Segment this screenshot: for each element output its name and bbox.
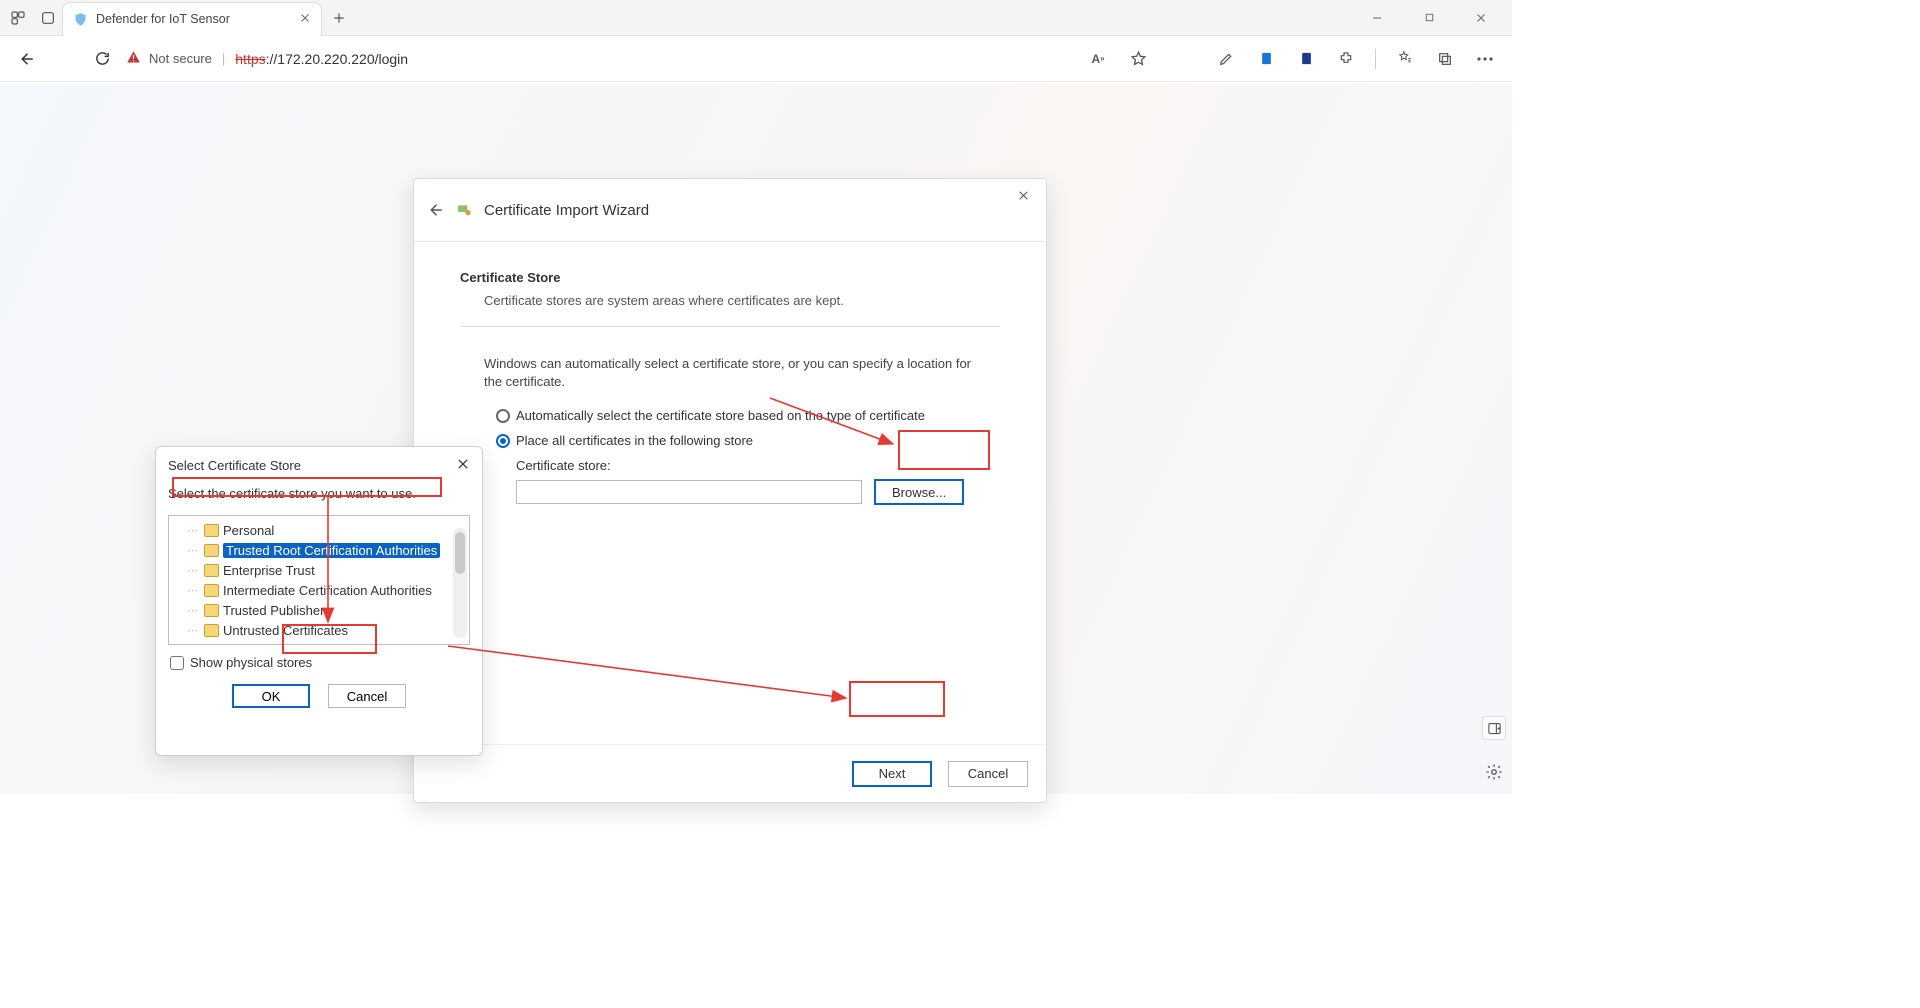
divider bbox=[1375, 49, 1376, 69]
radio-place-all[interactable]: Place all certificates in the following … bbox=[496, 433, 1000, 448]
wizard-header: Certificate Import Wizard bbox=[414, 179, 1046, 241]
collections-icon[interactable] bbox=[1434, 48, 1456, 70]
browser-titlebar: Defender for IoT Sensor bbox=[0, 0, 1512, 36]
tree-item: ⋯Personal bbox=[187, 520, 451, 540]
nav-back-button[interactable] bbox=[12, 45, 40, 73]
tree-item: ⋯Trusted Publishers bbox=[187, 600, 451, 620]
separator bbox=[460, 326, 1000, 327]
dialog-cancel-button[interactable]: Cancel bbox=[328, 684, 406, 708]
tree-item: ⋯Untrusted Certificates bbox=[187, 620, 451, 640]
window-minimize-button[interactable] bbox=[1358, 3, 1396, 33]
radio-label: Place all certificates in the following … bbox=[516, 433, 753, 448]
nav-forward-button bbox=[50, 45, 78, 73]
page-content: Certificate Import Wizard Certificate St… bbox=[0, 84, 1512, 794]
favorites-add-icon[interactable] bbox=[1127, 48, 1149, 70]
browser-tab[interactable]: Defender for IoT Sensor bbox=[62, 2, 322, 36]
cancel-button[interactable]: Cancel bbox=[948, 761, 1028, 787]
browse-button[interactable]: Browse... bbox=[874, 479, 964, 505]
tab-close-icon[interactable] bbox=[299, 12, 311, 27]
favorites-list-icon[interactable] bbox=[1394, 48, 1416, 70]
tree-item: ⋯Enterprise Trust bbox=[187, 560, 451, 580]
address-url[interactable]: https://172.20.220.220/login bbox=[235, 51, 408, 67]
radio-auto-select[interactable]: Automatically select the certificate sto… bbox=[496, 408, 1000, 423]
next-button[interactable]: Next bbox=[852, 761, 932, 787]
sidebar-toggle-icon[interactable] bbox=[1482, 716, 1506, 740]
show-physical-stores-checkbox[interactable]: Show physical stores bbox=[156, 649, 482, 676]
certificate-store-input[interactable] bbox=[516, 480, 862, 504]
wizard-title: Certificate Import Wizard bbox=[484, 202, 649, 219]
tree-item: ⋯Intermediate Certification Authorities bbox=[187, 580, 451, 600]
select-certificate-store-dialog: Select Certificate Store Select the cert… bbox=[155, 446, 483, 756]
more-menu-icon[interactable] bbox=[1474, 48, 1496, 70]
window-close-button[interactable] bbox=[1462, 3, 1500, 33]
radio-label: Automatically select the certificate sto… bbox=[516, 408, 925, 423]
tree-item-selected: ⋯Trusted Root Certification Authorities bbox=[187, 540, 451, 560]
wizard-close-button[interactable] bbox=[1009, 185, 1038, 209]
edit-icon[interactable] bbox=[1215, 48, 1237, 70]
tree-scrollbar[interactable] bbox=[453, 528, 467, 638]
certificate-icon bbox=[456, 202, 472, 218]
section-subtitle: Certificate stores are system areas wher… bbox=[460, 293, 1000, 308]
wizard-body: Certificate Store Certificate stores are… bbox=[414, 241, 1046, 744]
settings-gear-icon[interactable] bbox=[1482, 760, 1506, 784]
checkbox-label: Show physical stores bbox=[190, 655, 312, 670]
certificate-import-wizard: Certificate Import Wizard Certificate St… bbox=[413, 178, 1047, 803]
certificate-store-tree[interactable]: ⋯Personal ⋯Trusted Root Certification Au… bbox=[168, 515, 470, 645]
dialog-prompt: Select the certificate store you want to… bbox=[156, 478, 482, 509]
tab-actions-icon[interactable] bbox=[40, 10, 56, 26]
wizard-footer: Next Cancel bbox=[414, 744, 1046, 802]
radio-group: Automatically select the certificate sto… bbox=[460, 408, 1000, 448]
dialog-title: Select Certificate Store bbox=[168, 458, 301, 473]
nav-refresh-button[interactable] bbox=[88, 45, 116, 73]
divider: | bbox=[222, 51, 225, 66]
section-description: Windows can automatically select a certi… bbox=[460, 355, 1000, 390]
dialog-close-button[interactable] bbox=[456, 457, 470, 474]
book-dark-icon[interactable] bbox=[1295, 48, 1317, 70]
new-tab-button[interactable] bbox=[328, 7, 350, 29]
url-rest: ://172.20.220.220/login bbox=[266, 51, 408, 67]
not-secure-label: Not secure bbox=[149, 51, 212, 66]
workspaces-icon[interactable] bbox=[10, 10, 26, 26]
book-blue-icon[interactable] bbox=[1255, 48, 1277, 70]
read-aloud-icon[interactable]: A» bbox=[1087, 48, 1109, 70]
site-security-indicator[interactable]: Not secure bbox=[126, 50, 212, 68]
window-maximize-button[interactable] bbox=[1410, 3, 1448, 33]
section-title: Certificate Store bbox=[460, 270, 1000, 285]
shield-icon bbox=[73, 12, 88, 27]
wizard-back-button[interactable] bbox=[426, 201, 444, 219]
certificate-store-label: Certificate store: bbox=[516, 458, 611, 473]
url-scheme: https bbox=[235, 51, 265, 67]
tab-title: Defender for IoT Sensor bbox=[96, 12, 291, 26]
checkbox-icon bbox=[170, 656, 184, 670]
radio-icon bbox=[496, 409, 510, 423]
warning-icon bbox=[126, 50, 141, 68]
address-bar-row: Not secure | https://172.20.220.220/logi… bbox=[0, 36, 1512, 82]
ok-button[interactable]: OK bbox=[232, 684, 310, 708]
radio-icon bbox=[496, 434, 510, 448]
extensions-icon[interactable] bbox=[1335, 48, 1357, 70]
